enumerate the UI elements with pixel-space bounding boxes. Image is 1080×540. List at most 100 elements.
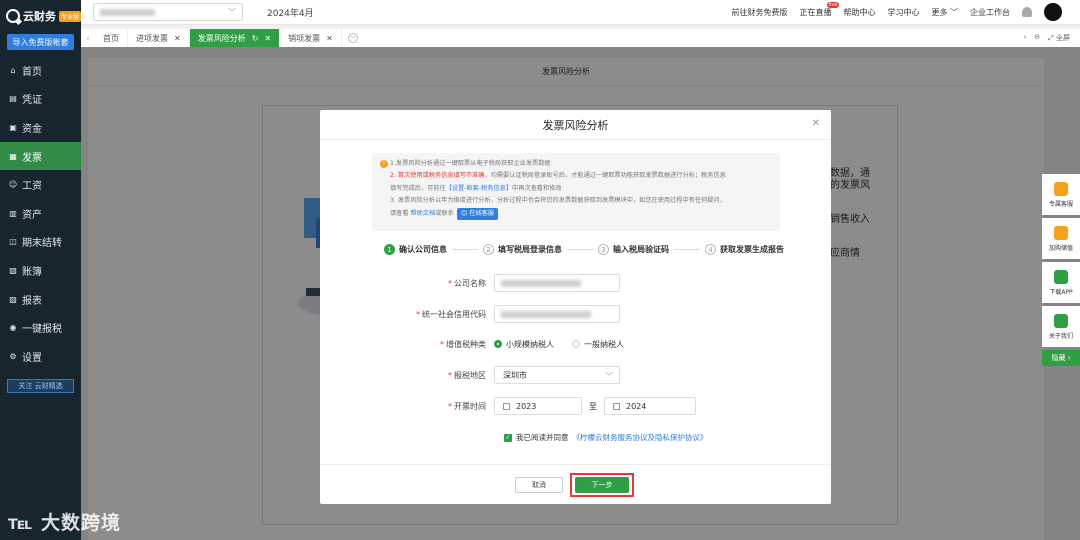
agreement-checkbox[interactable]: ✓ <box>504 433 512 442</box>
sidebar-item-report[interactable]: ▨ 报表 <box>0 285 81 314</box>
sidebar-item-label: 报表 <box>22 295 42 307</box>
help-center-link[interactable]: 帮助中心 <box>843 7 875 18</box>
follow-button[interactable]: 关注 云财精选 <box>7 378 74 393</box>
warning-icon: ! <box>380 160 388 168</box>
fullscreen-button[interactable]: ⤢ 全屏 <box>1048 33 1070 43</box>
step-3: 3 输入税局验证码 <box>598 244 669 255</box>
tax-type-label: * 增值税种类 <box>440 339 486 349</box>
step-4: 4 获取发票生成报告 <box>705 244 784 255</box>
step-2-number: 2 <box>483 244 494 255</box>
notice-line-5-tail: 或联系 <box>435 209 454 217</box>
sidebar-item-label: 一键报税 <box>22 324 62 336</box>
sidebar-item-fund[interactable]: ▣ 资金 <box>0 113 81 142</box>
close-icon[interactable]: ✕ <box>326 34 333 43</box>
learning-center-link[interactable]: 学习中心 <box>887 7 919 18</box>
asset-icon: ▥ <box>9 208 17 218</box>
rail-item-label: 关于我们 <box>1048 332 1073 340</box>
logo[interactable]: 云财务 专业版 <box>0 0 81 32</box>
sidebar-item-invoice[interactable]: ▦ 发票 <box>0 141 81 171</box>
radio-empty-icon <box>572 340 580 348</box>
sidebar-item-label: 账簿 <box>22 266 42 278</box>
company-name-row: * 公司名称 <box>320 274 831 292</box>
cancel-button[interactable]: 取消 <box>515 477 563 493</box>
rail-list: 专属客服 加购储值 下载APP 关于我们 <box>1042 174 1080 347</box>
credit-code-input[interactable] <box>494 305 620 323</box>
online-service-button[interactable]: ☺ 在线客服 <box>456 207 499 221</box>
close-icon[interactable]: ✕ <box>174 34 181 43</box>
sidebar-item-home[interactable]: ⌂ 首页 <box>0 56 81 85</box>
enterprise-workbench-link[interactable]: 企业工作台 <box>970 7 1010 18</box>
bell-icon[interactable] <box>1022 7 1032 17</box>
tab-list: 首页 进项发票 ✕ 发票风险分析 ↻ ✕ 销项发票 ✕ <box>95 29 342 47</box>
notice-line-3: 填写完成后，可前往 <box>390 184 446 192</box>
rail-item-3[interactable]: 关于我们 <box>1042 306 1080 347</box>
company-name-input[interactable] <box>494 274 620 292</box>
sidebar: 云财务 专业版 导入免费版帐套 ⌂ 首页 ▤ 凭证 ▣ 资金 ▦ 发票 ☺ 工资 ▥ 资产 ◫ 期末结转 ▧… <box>0 0 81 540</box>
tab-3[interactable]: 销项发票 ✕ <box>280 29 342 47</box>
accounting-period[interactable]: 2024年4月 <box>267 6 314 19</box>
sidebar-item-label: 期末结转 <box>22 238 62 250</box>
region-select[interactable]: 深圳市 ﹀ <box>494 366 620 384</box>
risk-analysis-dialog: 发票风险分析 ✕ ! 1.发票风险分析通过一键取票从电子税局获取企业发票数据 2.… <box>320 110 831 504</box>
nav-list: ⌂ 首页 ▤ 凭证 ▣ 资金 ▦ 发票 ☺ 工资 ▥ 资产 ◫ 期末结转 ▧ 账簿 ▨ 报表 ◉ 一键报税 ⚙ 设置 <box>0 56 81 371</box>
tab-scroll-right-icon[interactable]: › <box>1023 33 1026 43</box>
import-free-ledger-button[interactable]: 导入免费版帐套 <box>7 34 74 50</box>
step-connector <box>567 249 593 250</box>
more-menu[interactable]: 更多 ﹀ <box>931 7 958 18</box>
sidebar-item-voucher[interactable]: ▤ 凭证 <box>0 85 81 114</box>
sidebar-item-settings[interactable]: ⚙ 设置 <box>0 342 81 371</box>
next-button[interactable]: 下一步 <box>575 477 629 493</box>
credit-code-row: * 统一社会信用代码 <box>320 305 831 323</box>
refresh-icon[interactable]: ⊖ <box>1034 33 1040 43</box>
settings-icon: ⚙ <box>9 351 17 361</box>
hide-rail-button[interactable]: 隐藏 › <box>1042 350 1080 366</box>
company-select[interactable]: ﹀ <box>93 3 243 21</box>
ledger-icon: ▧ <box>9 265 17 275</box>
start-year-value: 2023 <box>516 401 537 411</box>
step-4-number: 4 <box>705 244 716 255</box>
end-year-picker[interactable]: 2024 <box>604 397 696 415</box>
small-scale-radio[interactable]: 小规模纳税人 <box>494 339 554 350</box>
help-doc-link[interactable]: 帮助文档 <box>411 210 436 217</box>
start-year-picker[interactable]: 2023 <box>494 397 582 415</box>
tab-0[interactable]: 首页 <box>95 29 128 47</box>
range-separator: 至 <box>589 401 597 411</box>
invoice-time-row: * 开票时间 2023 至 2024 <box>320 397 831 415</box>
sidebar-item-ledger[interactable]: ▧ 账簿 <box>0 256 81 285</box>
sidebar-item-label: 凭证 <box>22 95 42 107</box>
sidebar-item-salary[interactable]: ☺ 工资 <box>0 170 81 199</box>
fund-icon: ▣ <box>9 122 17 132</box>
edition-badge: 专业版 <box>58 10 81 22</box>
tax-info-settings-link[interactable]: 【设置-账套-税务信息】 <box>446 185 512 192</box>
rail-item-icon <box>1054 313 1068 328</box>
rail-item-2[interactable]: 下载APP <box>1042 262 1080 303</box>
close-icon[interactable]: ✕ <box>812 118 820 129</box>
rail-item-0[interactable]: 专属客服 <box>1042 174 1080 215</box>
credit-code-label: * 统一社会信用代码 <box>416 309 486 319</box>
logo-icon <box>6 9 20 23</box>
close-icon[interactable]: ✕ <box>264 34 271 43</box>
watermark: ℡ 大数跨境 <box>8 512 121 534</box>
sidebar-item-tax[interactable]: ◉ 一键报税 <box>0 313 81 342</box>
notice-line-3-tail: 中再次查看和修改 <box>512 184 562 192</box>
rail-item-icon <box>1054 181 1068 196</box>
tab-2[interactable]: 发票风险分析 ↻ ✕ <box>189 29 281 47</box>
live-link[interactable]: 正在直播 live <box>799 1 840 18</box>
tab-scroll-left-icon[interactable]: ‹ <box>81 34 95 43</box>
sidebar-item-label: 工资 <box>22 181 42 193</box>
tab-1[interactable]: 进项发票 ✕ <box>128 29 190 47</box>
refresh-icon[interactable]: ↻ <box>252 34 259 43</box>
step-1-number: 1 <box>384 244 395 255</box>
tab-more-icon[interactable]: ﹀ <box>347 33 358 43</box>
step-1: 1 确认公司信息 <box>384 244 447 255</box>
agreement-prefix: 我已阅读并同意 <box>516 433 569 442</box>
rail-item-1[interactable]: 加购储值 <box>1042 218 1080 259</box>
free-version-link[interactable]: 前往财务免费版 <box>731 7 787 18</box>
chevron-down-icon: ﹀ <box>228 8 236 17</box>
sidebar-item-period-close[interactable]: ◫ 期末结转 <box>0 228 81 257</box>
sidebar-item-asset[interactable]: ▥ 资产 <box>0 199 81 228</box>
radio-selected-icon <box>494 340 502 348</box>
avatar[interactable] <box>1044 3 1062 21</box>
general-taxpayer-radio[interactable]: 一般纳税人 <box>572 339 624 350</box>
agreement-link[interactable]: 《柠檬云财务服务协议及隐私保护协议》 <box>573 432 708 443</box>
